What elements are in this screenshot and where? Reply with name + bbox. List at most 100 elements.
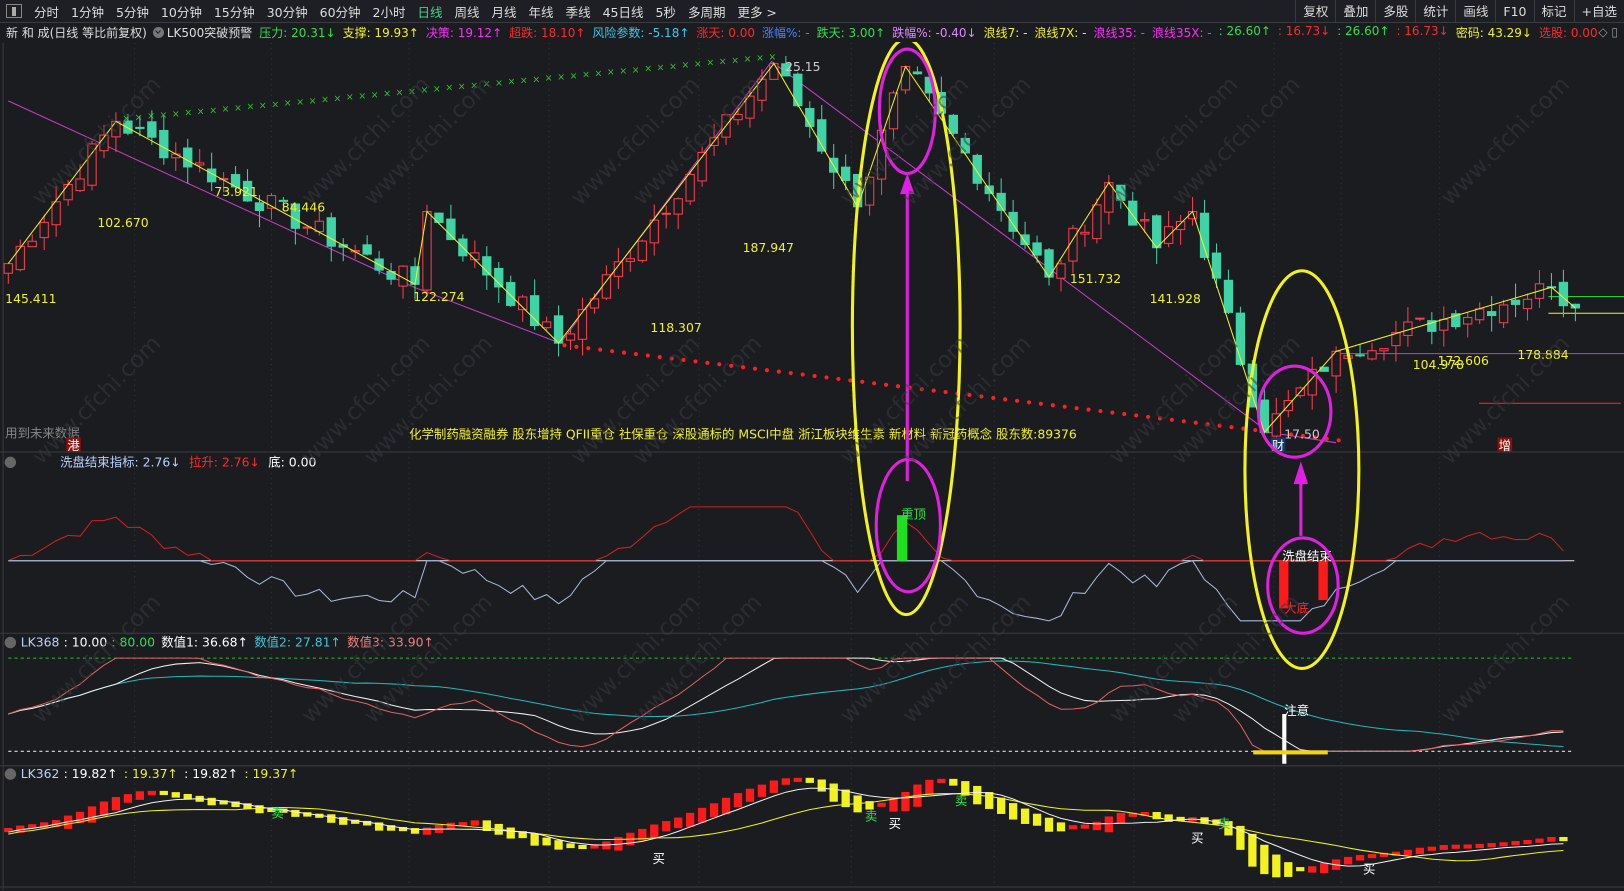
pivot-label: 122.274 bbox=[413, 289, 464, 304]
tab-period[interactable]: 45日线 bbox=[597, 2, 650, 21]
chevron-down-icon[interactable] bbox=[4, 456, 17, 469]
indicator-value-number: : 19.93↑ bbox=[366, 26, 419, 40]
indicator-value-number: : 26.60↑ bbox=[1218, 24, 1271, 38]
candle-up bbox=[1080, 231, 1090, 235]
support-dot bbox=[705, 360, 710, 365]
news-tags[interactable]: 化学制药融资融券 股东增持 QFII重仓 社保重仓 深股通标的 MSCI中盘 浙… bbox=[409, 427, 1077, 442]
support-dot bbox=[633, 352, 638, 357]
tab-period[interactable]: 季线 bbox=[560, 2, 597, 21]
indicator-selector[interactable]: LK500突破预警 bbox=[152, 24, 252, 41]
support-dot bbox=[1229, 425, 1234, 430]
indicator-value-number: : 43.29↓ bbox=[1479, 26, 1532, 40]
tab-period[interactable]: 10分钟 bbox=[155, 2, 208, 21]
pivot-label: 151.732 bbox=[1070, 271, 1121, 286]
pivot-label: 145.411 bbox=[5, 291, 56, 306]
tab-period[interactable]: 5分钟 bbox=[110, 2, 155, 21]
candle-up bbox=[15, 245, 25, 271]
indicator-value-label: 涨幅% bbox=[761, 26, 798, 40]
candle-down bbox=[159, 129, 169, 159]
support-dot bbox=[693, 359, 698, 364]
candle-down bbox=[1020, 234, 1030, 246]
toolbar-button[interactable]: 复权 bbox=[1295, 0, 1335, 23]
tab-period[interactable]: 日线 bbox=[412, 2, 449, 21]
indicator-value-number: : 0.00 bbox=[1563, 26, 1598, 40]
support-dot bbox=[1062, 404, 1067, 409]
toolbar-button[interactable]: 多股 bbox=[1375, 0, 1415, 23]
lk362-bar-down bbox=[985, 792, 994, 809]
value2-line bbox=[8, 660, 1564, 748]
x-mark: × bbox=[669, 61, 677, 72]
tab-period[interactable]: 年线 bbox=[523, 2, 560, 21]
panel4-header: LK362: 19.82↑: 19.37↑: 19.82↑: 19.37↑ bbox=[21, 766, 299, 781]
tab-period[interactable]: 多周期 bbox=[682, 2, 732, 21]
lk362-bar-down bbox=[171, 792, 180, 798]
panel-icons[interactable]: ◇ ▯ bbox=[1598, 25, 1618, 39]
toolbar-button[interactable]: F10 bbox=[1495, 0, 1533, 23]
toolbar-button[interactable]: +自选 bbox=[1573, 0, 1624, 23]
chart-area[interactable]: × × × × × × × × × × × × × × × × × × × × × × × × × × × × × × × × × × × × × × × ×… bbox=[0, 42, 1624, 891]
indicator-value-label: 压力 bbox=[259, 26, 284, 40]
support-dot bbox=[764, 368, 770, 373]
lk362-bar-up bbox=[1439, 845, 1448, 850]
candle-up bbox=[1175, 220, 1186, 231]
candle-up bbox=[422, 211, 432, 291]
chevron-down-icon[interactable] bbox=[4, 636, 17, 649]
chevron-down-icon[interactable] bbox=[152, 27, 164, 38]
tab-period[interactable]: 分时 bbox=[28, 2, 65, 21]
indicator-value-number: : - bbox=[1199, 26, 1212, 40]
support-dot bbox=[943, 390, 948, 395]
tab-period[interactable]: 2小时 bbox=[367, 2, 412, 21]
pivot-label: 102.670 bbox=[97, 215, 148, 230]
tab-period[interactable]: 15分钟 bbox=[208, 2, 261, 21]
watermark: www.cfchi.com bbox=[1436, 72, 1575, 211]
indicator-value: 风险参数: -5.18↑ bbox=[592, 24, 689, 41]
support-dot bbox=[645, 353, 650, 358]
buy-mark: 买 bbox=[889, 816, 901, 831]
candle-up bbox=[1271, 413, 1281, 437]
lk362-bar-down bbox=[578, 844, 587, 850]
low-label: 17.50 bbox=[1284, 427, 1320, 442]
x-mark: × bbox=[682, 60, 690, 71]
support-dot bbox=[1253, 427, 1258, 433]
support-dot bbox=[1026, 400, 1032, 405]
lk362-bar-up bbox=[111, 796, 121, 811]
indicator-value-number: : - bbox=[1132, 26, 1145, 40]
x-mark: × bbox=[607, 67, 615, 78]
support-dot bbox=[562, 343, 567, 348]
x-mark: × bbox=[309, 96, 317, 107]
tab-period[interactable]: 更多 > bbox=[731, 2, 782, 21]
tab-period[interactable]: 周线 bbox=[449, 2, 486, 21]
candle-up bbox=[1439, 318, 1449, 331]
tab-period[interactable]: 60分钟 bbox=[314, 2, 367, 21]
chevron-down-icon[interactable] bbox=[4, 768, 17, 780]
lk362-bar-up bbox=[1523, 839, 1532, 845]
candle-down bbox=[1223, 279, 1234, 313]
tab-period[interactable]: 5秒 bbox=[649, 2, 681, 21]
panel-toggle-icon[interactable] bbox=[6, 4, 22, 18]
x-mark: × bbox=[445, 83, 453, 94]
candle-down bbox=[948, 114, 958, 134]
candle-up bbox=[1379, 348, 1389, 352]
x-mark: × bbox=[234, 103, 242, 114]
toolbar-button[interactable]: 画线 bbox=[1455, 0, 1495, 23]
lk362-bar-up bbox=[1535, 838, 1544, 843]
indicator-value: 压力: 20.31↓ bbox=[259, 24, 335, 41]
toolbar-button[interactable]: 标记 bbox=[1533, 0, 1574, 23]
lk362-bar-up bbox=[769, 780, 779, 793]
x-mark: × bbox=[557, 72, 565, 83]
lk362-bar-down bbox=[159, 790, 168, 796]
candle-down bbox=[1128, 200, 1138, 226]
candle-down bbox=[805, 107, 815, 127]
tab-period[interactable]: 1分钟 bbox=[65, 2, 110, 21]
tab-period[interactable]: 30分钟 bbox=[261, 2, 314, 21]
indicator-value-number: : 18.10↑ bbox=[533, 26, 586, 40]
tab-period[interactable]: 月线 bbox=[486, 2, 523, 21]
candle-up bbox=[1463, 316, 1473, 325]
candle-up bbox=[565, 333, 576, 341]
toolbar-button[interactable]: 叠加 bbox=[1335, 0, 1375, 23]
support-dot bbox=[788, 371, 793, 376]
candle-up bbox=[1415, 317, 1425, 320]
lk362-bar-down bbox=[542, 837, 551, 846]
lk362-bar-up bbox=[1427, 846, 1436, 851]
toolbar-button[interactable]: 统计 bbox=[1415, 0, 1455, 23]
